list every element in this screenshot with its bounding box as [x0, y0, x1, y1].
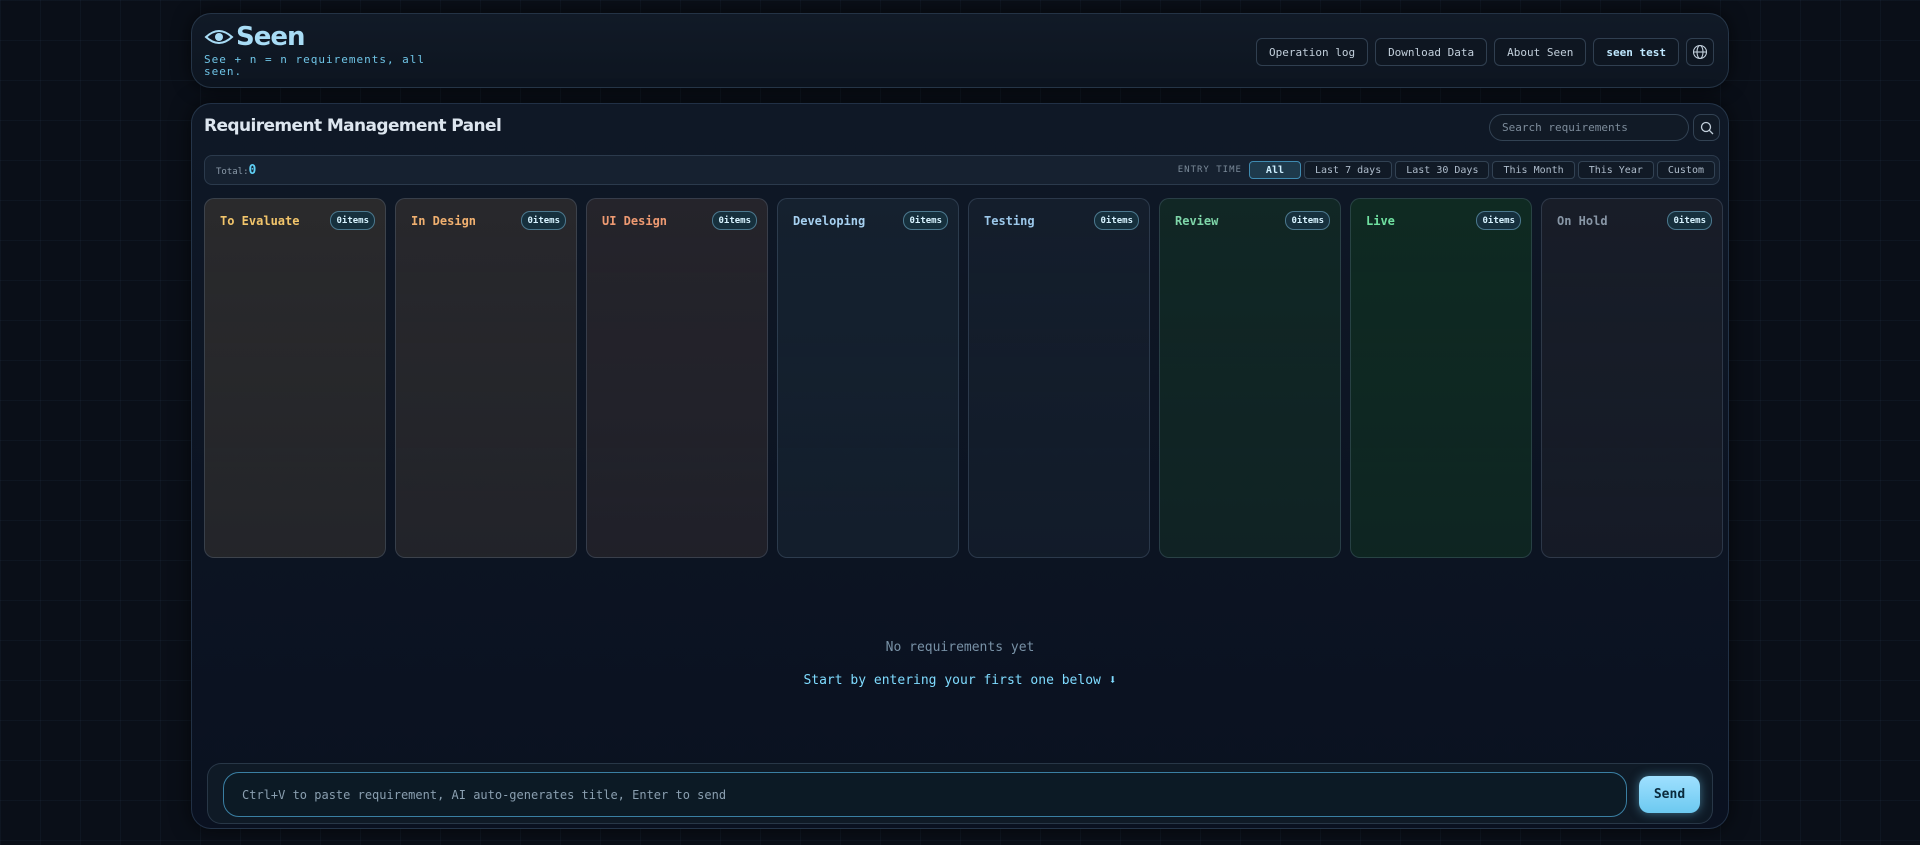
brand-name: Seen: [236, 22, 306, 52]
brand: Seen See + n = n requirements, all seen.: [204, 22, 434, 78]
requirement-panel: Requirement Management Panel Total:0 ENT…: [191, 103, 1729, 829]
column-title: Testing: [984, 213, 1035, 228]
app-header: Seen See + n = n requirements, all seen.…: [191, 13, 1729, 88]
column-in-design: In Design 0items: [395, 198, 577, 558]
kanban-board: To Evaluate 0items In Design 0items UI Des…: [204, 198, 1723, 558]
search-input[interactable]: [1489, 114, 1689, 141]
send-button[interactable]: Send: [1639, 776, 1700, 813]
count-badge: 0items: [903, 211, 948, 230]
column-title: Review: [1175, 213, 1219, 228]
total-value: 0: [248, 163, 257, 178]
eye-icon: [204, 30, 234, 44]
count-badge: 0items: [521, 211, 566, 230]
column-title: On Hold: [1557, 213, 1608, 228]
empty-hint: Start by entering your first one below ⬇: [803, 673, 1117, 688]
count-badge: 0items: [1094, 211, 1139, 230]
user-button[interactable]: seen test: [1593, 38, 1679, 66]
column-title: Developing: [793, 213, 866, 228]
count-badge: 0items: [1667, 211, 1712, 230]
requirement-input[interactable]: [223, 772, 1627, 817]
column-review: Review 0items: [1159, 198, 1341, 558]
language-button[interactable]: [1686, 38, 1714, 66]
download-data-button[interactable]: Download Data: [1375, 38, 1488, 66]
column-ui-design: UI Design 0items: [586, 198, 768, 558]
column-developing: Developing 0items: [777, 198, 959, 558]
empty-message: No requirements yet: [885, 640, 1035, 655]
filter-last-7-days[interactable]: Last 7 days: [1303, 161, 1393, 179]
filter-all[interactable]: All: [1248, 161, 1301, 179]
filter-last-30-days[interactable]: Last 30 Days: [1395, 161, 1490, 179]
page-title: Requirement Management Panel: [204, 116, 502, 136]
total-count: Total:0: [216, 163, 256, 178]
search-icon: [1700, 121, 1713, 134]
empty-state: No requirements yet Start by entering yo…: [192, 640, 1728, 688]
filter-this-month[interactable]: This Month: [1492, 161, 1575, 179]
column-title: To Evaluate: [220, 213, 300, 228]
count-badge: 0items: [1285, 211, 1330, 230]
count-badge: 0items: [1476, 211, 1521, 230]
column-title: Live: [1366, 213, 1395, 228]
entry-time-label: ENTRY TIME: [1177, 165, 1242, 175]
tagline: See + n = n requirements, all seen.: [204, 53, 426, 78]
filter-custom[interactable]: Custom: [1656, 161, 1715, 179]
column-title: In Design: [411, 213, 477, 228]
column-testing: Testing 0items: [968, 198, 1150, 558]
column-to-evaluate: To Evaluate 0items: [204, 198, 386, 558]
column-live: Live 0items: [1350, 198, 1532, 558]
search-button[interactable]: [1693, 114, 1720, 141]
count-badge: 0items: [712, 211, 757, 230]
about-button[interactable]: About Seen: [1494, 38, 1587, 66]
composer: Send: [207, 763, 1713, 824]
filter-bar: Total:0 ENTRY TIME All Last 7 days Last …: [204, 155, 1720, 185]
column-on-hold: On Hold 0items: [1541, 198, 1723, 558]
count-badge: 0items: [330, 211, 375, 230]
filter-this-year[interactable]: This Year: [1577, 161, 1654, 179]
globe-icon: [1692, 44, 1708, 60]
operation-log-button[interactable]: Operation log: [1255, 38, 1369, 66]
total-label: Total:: [216, 167, 249, 177]
column-title: UI Design: [602, 213, 668, 228]
